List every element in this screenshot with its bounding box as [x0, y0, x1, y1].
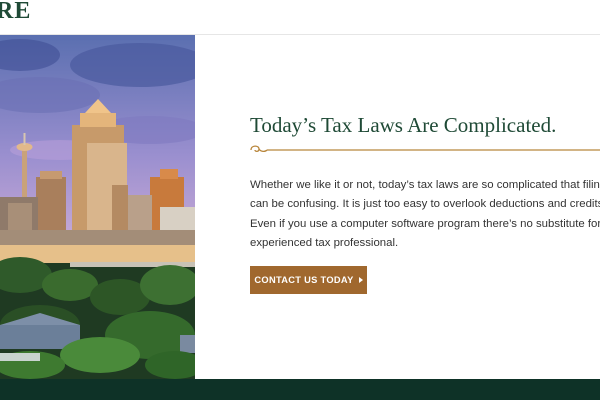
- scroll-ornament-icon: [250, 145, 600, 153]
- contact-us-label: CONTACT US TODAY: [254, 275, 354, 285]
- paragraph-line: can be confusing. It is just too easy to…: [250, 198, 600, 211]
- hero-photo: [0, 35, 195, 379]
- intro-paragraph: Whether we like it or not, today’s tax l…: [250, 176, 600, 253]
- page-title: Today’s Tax Laws Are Complicated.: [250, 113, 557, 137]
- contact-us-button[interactable]: CONTACT US TODAY: [250, 266, 367, 294]
- paragraph-line: Even if you use a computer software prog…: [250, 217, 600, 230]
- skyline-image: [0, 35, 195, 379]
- caret-right-icon: [358, 277, 363, 283]
- footer-band: [0, 379, 600, 400]
- paragraph-line: Whether we like it or not, today’s tax l…: [250, 179, 600, 191]
- content-panel: Today’s Tax Laws Are Complicated. Whethe…: [195, 35, 600, 379]
- site-header: RE: [0, 0, 600, 35]
- logo[interactable]: RE: [0, 0, 31, 25]
- paragraph-line: experienced tax professional.: [250, 236, 399, 249]
